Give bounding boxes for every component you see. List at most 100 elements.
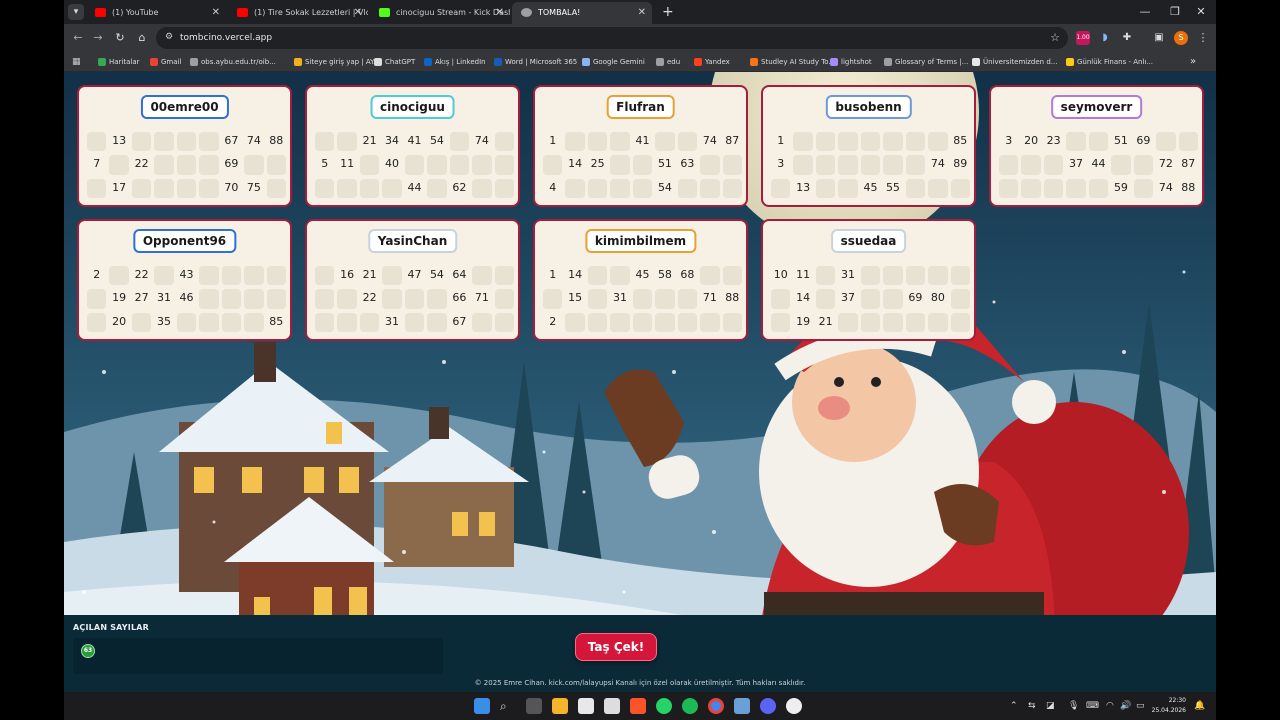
bookmark-item[interactable]: Siteye giriş yap | AY...: [294, 52, 380, 72]
ticket-number: 20: [1024, 134, 1039, 147]
extension-badge-icon[interactable]: 1.00: [1076, 31, 1090, 45]
sidebar-icon[interactable]: ▣: [1152, 31, 1166, 45]
bookmark-item[interactable]: Günlük Finans - Anlı...: [1066, 52, 1153, 72]
close-icon[interactable]: ✕: [496, 2, 504, 24]
ticket-empty-cell: [928, 312, 948, 332]
player-name: 00emre00: [140, 95, 229, 119]
keyboard-icon[interactable]: ⌨: [1086, 692, 1099, 720]
address-bar[interactable]: ⚙ tombcino.vercel.app ☆: [156, 27, 1068, 49]
github-icon[interactable]: [786, 698, 802, 714]
chrome-icon[interactable]: [708, 698, 724, 714]
profile-avatar[interactable]: S: [1174, 31, 1188, 45]
ticket-number: 74: [930, 157, 945, 171]
battery-icon[interactable]: ▭: [1136, 692, 1145, 720]
bookmark-item[interactable]: Üniversitemizden d...: [972, 52, 1057, 72]
bookmark-item[interactable]: Akış | LinkedIn: [424, 52, 486, 72]
app-icon[interactable]: [734, 698, 750, 714]
microphone-icon[interactable]: 🎙: [1068, 692, 1079, 720]
spotify-icon[interactable]: [682, 698, 698, 714]
brave-icon[interactable]: [630, 698, 646, 714]
bookmark-label: Siteye giriş yap | AY...: [305, 58, 380, 66]
ticket-empty-cell: [587, 178, 608, 198]
ticket-empty-cell: [905, 312, 926, 332]
wifi-icon[interactable]: ◠: [1106, 692, 1114, 720]
search-icon[interactable]: ⌕: [500, 698, 516, 714]
close-icon[interactable]: ✕: [638, 2, 646, 24]
close-icon[interactable]: ✕: [212, 2, 220, 24]
ticket-empty-cell: [610, 312, 630, 332]
calendar-icon[interactable]: [578, 698, 594, 714]
ticket-number: 16: [340, 268, 355, 281]
player-name: kimimbilmem: [584, 229, 697, 253]
minimize-icon[interactable]: —: [1132, 3, 1158, 21]
tab-kick-dashboard[interactable]: cinociguu Stream - Kick Dashbo ✕: [370, 2, 510, 24]
bookmark-star-icon[interactable]: ☆: [1050, 27, 1060, 49]
bookmark-item[interactable]: Gmail: [150, 52, 181, 72]
ticket-empty-cell: [494, 178, 514, 198]
tray-chevron-icon[interactable]: ⌃: [1010, 692, 1018, 720]
bookmark-item[interactable]: Google Gemini: [582, 52, 645, 72]
ticket-empty-cell: [1133, 155, 1154, 175]
bookmark-item[interactable]: lightshot: [830, 52, 872, 72]
player-card: kimimbilmem 1 14 45 58 68 15 31 71 88 2: [533, 219, 748, 341]
ticket-number: 74: [474, 134, 489, 147]
back-icon[interactable]: ←: [70, 30, 86, 46]
bookmark-item[interactable]: Word | Microsoft 365: [494, 52, 577, 72]
bookmark-item[interactable]: edu: [656, 52, 680, 72]
maximize-icon[interactable]: ❐: [1162, 3, 1188, 21]
tray-app-icon[interactable]: ◪: [1046, 692, 1055, 720]
bookmarks-bar: ▦ Haritalar Gmail obs.aybu.edu.tr/oib... Si…: [64, 52, 1216, 72]
notification-icon[interactable]: 🔔: [1194, 692, 1205, 720]
file-explorer-icon[interactable]: [552, 698, 568, 714]
tab-tombala[interactable]: TOMBALA! ✕: [512, 2, 652, 24]
system-clock[interactable]: 22:30 25.04.2026: [1152, 696, 1186, 716]
ticket-empty-cell: [244, 312, 264, 332]
bookmark-item[interactable]: Yandex: [694, 52, 730, 72]
ticket-empty-cell: [1111, 155, 1131, 175]
ticket-empty-cell: [266, 155, 286, 175]
reload-icon[interactable]: ↻: [112, 30, 128, 46]
apps-grid-icon[interactable]: ▦: [72, 52, 81, 72]
ticket-empty-cell: [382, 178, 402, 198]
bookmark-item[interactable]: Haritalar: [98, 52, 140, 72]
forward-icon[interactable]: →: [90, 30, 106, 46]
ticket-number: 40: [385, 157, 400, 171]
ticket-number: 51: [1113, 134, 1128, 147]
ticket-number: 31: [385, 314, 400, 328]
tray-app-icon[interactable]: ⇆: [1028, 692, 1036, 720]
volume-icon[interactable]: 🔊: [1120, 692, 1131, 720]
more-bookmarks-icon[interactable]: »: [1190, 52, 1196, 72]
ticket-empty-cell: [793, 132, 813, 152]
ticket-empty-cell: [87, 178, 107, 198]
ticket-number: 88: [269, 134, 284, 147]
site-info-icon[interactable]: ⚙: [165, 32, 173, 42]
tab-strip: ▾ (1) YouTube ✕ (1) Tire Sokak Lezzetler…: [64, 0, 1216, 24]
home-icon[interactable]: ⌂: [134, 30, 150, 46]
draw-stone-button[interactable]: Taş Çek!: [575, 633, 657, 661]
bookmark-item[interactable]: ChatGPT: [374, 52, 415, 72]
whatsapp-icon[interactable]: [656, 698, 672, 714]
ticket-empty-cell: [359, 178, 380, 198]
tab-vlog[interactable]: (1) Tire Sokak Lezzetleri | Vlog ✕: [228, 2, 368, 24]
menu-icon[interactable]: ⋮: [1196, 31, 1210, 45]
task-view-icon[interactable]: [526, 698, 542, 714]
new-tab-button[interactable]: +: [662, 3, 674, 21]
tab-youtube[interactable]: (1) YouTube ✕: [86, 2, 226, 24]
bookmark-item[interactable]: obs.aybu.edu.tr/oib...: [190, 52, 276, 72]
bookmark-item[interactable]: Glossary of Terms |...: [884, 52, 968, 72]
bookmark-item[interactable]: Studley AI Study To...: [750, 52, 835, 72]
tombala-ticket-grid: 10 11 31 14 37 69 80 19 21: [771, 266, 970, 332]
tab-title: cinociguu Stream - Kick Dashbo: [396, 8, 510, 17]
ticket-number: 7: [93, 157, 101, 171]
discord-icon[interactable]: [760, 698, 776, 714]
ticket-number: 22: [134, 268, 149, 281]
extension-icon[interactable]: ◗: [1098, 31, 1112, 45]
close-icon[interactable]: ✕: [354, 2, 362, 24]
ticket-empty-cell: [154, 266, 174, 286]
tab-search-icon[interactable]: ▾: [68, 4, 84, 20]
extensions-puzzle-icon[interactable]: ✚: [1120, 31, 1134, 45]
start-icon[interactable]: [474, 698, 490, 714]
ticket-empty-cell: [632, 312, 653, 332]
store-icon[interactable]: [604, 698, 620, 714]
window-close-icon[interactable]: ✕: [1188, 3, 1214, 21]
